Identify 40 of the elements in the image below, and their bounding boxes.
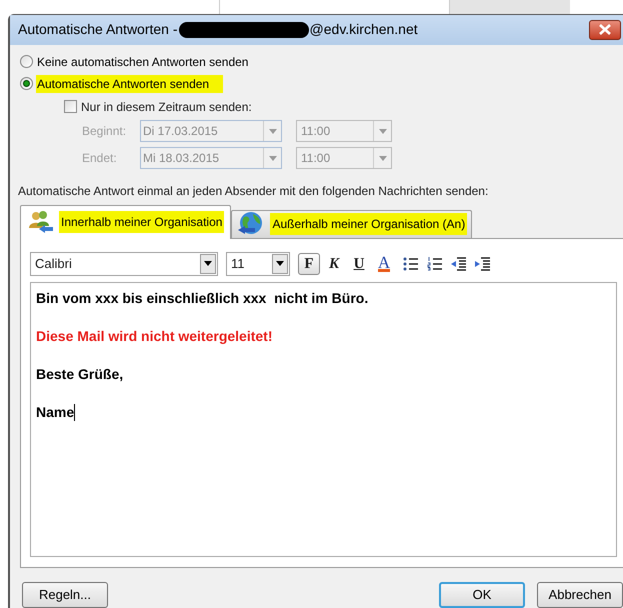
dialog-button[interactable]: Abbrechen bbox=[537, 582, 623, 608]
close-icon bbox=[599, 24, 611, 36]
checkbox[interactable] bbox=[64, 100, 77, 114]
message-line: Beste Grüße, bbox=[36, 364, 124, 384]
people-icon bbox=[27, 210, 55, 234]
checkbox-label: Nur in diesem Zeitraum senden: bbox=[81, 98, 252, 116]
message-line: Diese Mail wird nicht weitergeleitet! bbox=[36, 326, 273, 346]
caret-icon bbox=[378, 156, 386, 161]
message-line: Bin vom xxx bis einschließlich xxx nicht im Büro. bbox=[36, 288, 368, 308]
caret-icon bbox=[204, 261, 212, 266]
dialog-button[interactable]: Regeln... bbox=[22, 582, 108, 608]
instruction-text: Automatische Antwort einmal an jeden Absender mit den folgenden Nachrichten senden: bbox=[17, 182, 490, 200]
caret-icon bbox=[378, 128, 386, 134]
dialog-button[interactable]: OK bbox=[439, 582, 525, 608]
font-color-button[interactable]: A bbox=[373, 252, 395, 275]
window-title: Automatische Antworten - bbox=[18, 20, 178, 40]
bold-button[interactable]: F bbox=[298, 252, 320, 275]
size-dropdown[interactable]: 11 bbox=[226, 252, 290, 276]
message-line: Name bbox=[36, 402, 76, 423]
field-label: Endet: bbox=[81, 150, 118, 168]
radio-button[interactable] bbox=[20, 77, 33, 90]
message-editor[interactable]: Bin vom xxx bis einschließlich xxx nicht im Büro. Diese Mail wird nicht weitergeleitet! Beste Grüße, Name bbox=[30, 282, 617, 557]
bullet-list-icon bbox=[403, 256, 419, 271]
decrease-indent-icon bbox=[451, 256, 467, 271]
underline-button[interactable]: U bbox=[348, 252, 370, 275]
radio-label: Automatische Antworten senden bbox=[36, 74, 224, 93]
close-button[interactable] bbox=[589, 20, 621, 40]
tab[interactable]: Innerhalb meiner Organisation bbox=[20, 204, 232, 239]
caret-icon bbox=[268, 156, 276, 161]
increase-indent-icon bbox=[475, 256, 491, 271]
tab[interactable]: Außerhalb meiner Organisation (An) bbox=[231, 210, 472, 238]
italic-button[interactable]: K bbox=[323, 252, 345, 275]
window-title: @edv.kirchen.net bbox=[310, 20, 418, 40]
numbered-list-icon bbox=[427, 256, 443, 271]
radio-button[interactable] bbox=[20, 55, 33, 68]
caret-icon bbox=[268, 128, 276, 134]
radio-label: Keine automatischen Antworten senden bbox=[36, 54, 250, 71]
field-label: Beginnt: bbox=[81, 123, 128, 140]
caret-icon bbox=[276, 261, 284, 266]
font-dropdown[interactable]: Calibri bbox=[30, 252, 218, 276]
